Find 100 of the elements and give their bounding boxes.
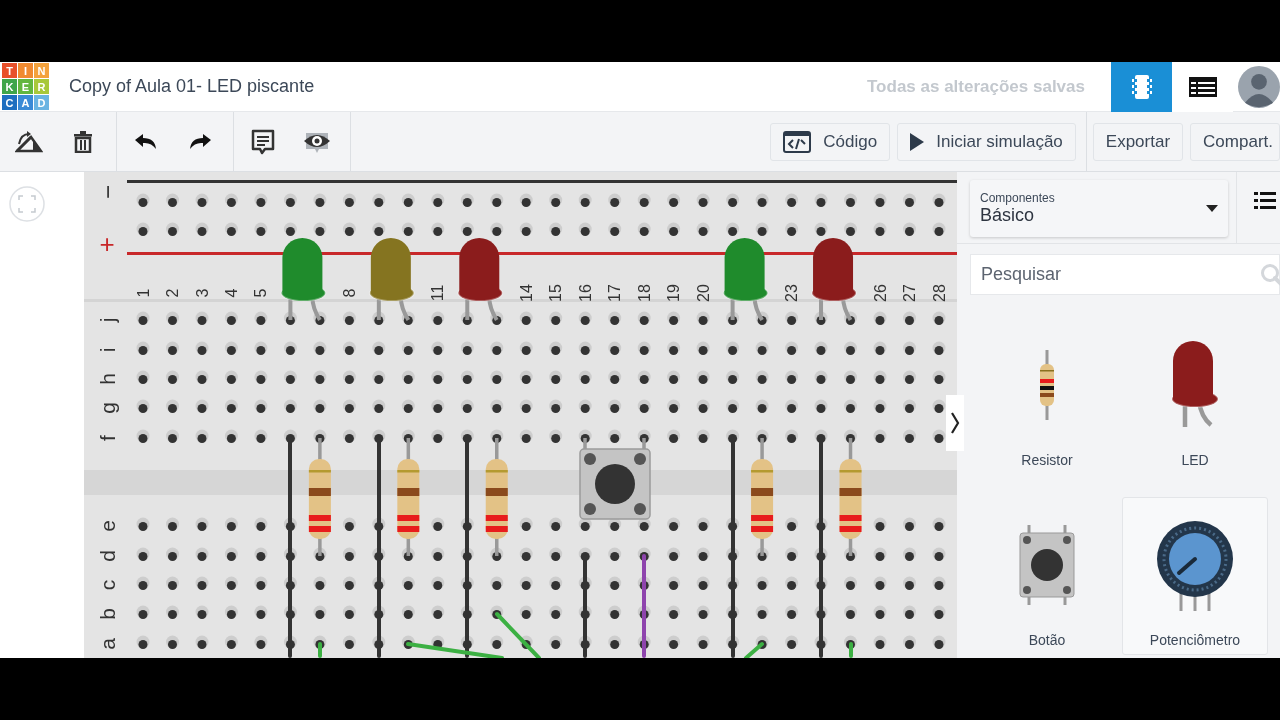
breadboard-hole [254,341,268,355]
breadboard-hole [873,311,887,325]
row-letter: f [95,435,119,441]
breadboard-hole [224,605,238,619]
breadboard-hole [490,547,504,561]
breadboard-hole [224,635,238,649]
breadboard-hole [667,576,681,590]
component-view-icon [1130,73,1153,100]
breadboard-hole [785,547,799,561]
breadboard-hole [224,517,238,531]
pushbutton-icon [1019,525,1075,605]
code-button[interactable]: Código [770,122,891,161]
breadboard-hole [696,193,710,207]
breadboard-hole [313,429,327,443]
breadboard-hole [755,429,769,443]
breadboard-hole [549,399,563,413]
breadboard-hole [195,547,209,561]
breadboard-hole [519,341,533,355]
breadboard-hole [401,193,415,207]
breadboard-hole [342,517,356,531]
breadboard-hole [549,222,563,236]
breadboard-hole [431,311,445,325]
breadboard-hole [873,635,887,649]
breadboard-hole [313,311,327,325]
breadboard-hole [460,399,474,413]
breadboard-hole [136,193,150,207]
breadboard-hole [431,193,445,207]
component-card[interactable]: LED [1122,317,1268,475]
component-card[interactable]: Resistor [974,317,1120,475]
breadboard-hole [166,222,179,236]
start-simulation-button[interactable]: Iniciar simulação [897,122,1076,161]
breadboard-hole [844,429,857,443]
column-number: 3 [193,288,211,298]
breadboard-hole [431,635,445,649]
breadboard-hole [254,429,268,443]
breadboard-hole [460,341,474,355]
toolbar-button[interactable]: Compart. [1190,122,1280,161]
breadboard-hole [667,547,681,561]
breadboard-hole [136,635,150,649]
toolbar-button[interactable]: Exportar [1092,122,1184,161]
row-letter: b [95,608,119,620]
breadboard-hole [755,635,769,649]
breadboard-hole [608,222,622,236]
breadboard-hole [844,370,857,384]
breadboard-hole [932,311,946,325]
trash-icon [74,130,92,153]
breadboard-hole [873,370,887,384]
breadboard-hole [608,547,622,561]
breadboard-hole [696,605,710,619]
breadboard-hole [283,341,297,355]
component-card[interactable]: Potenciômetro [1122,497,1268,655]
breadboard-hole [785,605,799,619]
search-icon [1260,263,1280,287]
breadboard-hole [283,370,297,384]
breadboard-hole [814,399,828,413]
breadboard-hole [608,311,622,325]
breadboard-hole [549,635,563,649]
breadboard-hole [844,341,857,355]
breadboard-hole [608,635,622,649]
breadboard-hole [667,370,681,384]
breadboard-hole [549,576,563,590]
breadboard-hole [873,429,887,443]
breadboard-hole [785,311,799,325]
breadboard-hole [667,193,681,207]
breadboard-hole [166,193,179,207]
breadboard-hole [401,605,415,619]
breadboard-hole [490,311,504,325]
fit-view-icon [9,186,45,222]
redo-icon [189,133,211,150]
breadboard-hole [136,547,150,561]
breadboard-hole [136,399,150,413]
breadboard-hole [342,635,356,649]
breadboard-hole [254,635,268,649]
breadboard-hole [136,605,150,619]
breadboard-hole [401,576,415,590]
breadboard-hole [254,311,268,325]
breadboard-hole [578,193,592,207]
breadboard-hole [755,311,769,325]
breadboard-hole [254,399,268,413]
breadboard-hole [401,399,415,413]
breadboard-hole [490,341,504,355]
breadboard-hole [342,576,356,590]
breadboard-hole [342,341,356,355]
breadboard-hole [696,547,710,561]
breadboard-hole [578,370,592,384]
breadboard-hole [224,576,238,590]
breadboard-hole [195,193,209,207]
breadboard-hole [696,635,710,649]
breadboard-hole [254,605,268,619]
breadboard-hole [519,576,533,590]
breadboard-hole [903,605,916,619]
component-card[interactable]: Botão [974,497,1120,655]
search-field[interactable]: Pesquisar [970,254,1280,295]
breadboard-hole [696,429,710,443]
panel-collapse-handle[interactable] [946,395,964,451]
breadboard-hole [726,222,740,236]
breadboard-hole [785,576,799,590]
breadboard-hole [785,429,799,443]
components-dropdown[interactable]: Componentes Básico [970,180,1228,237]
column-number: 8 [340,288,358,298]
